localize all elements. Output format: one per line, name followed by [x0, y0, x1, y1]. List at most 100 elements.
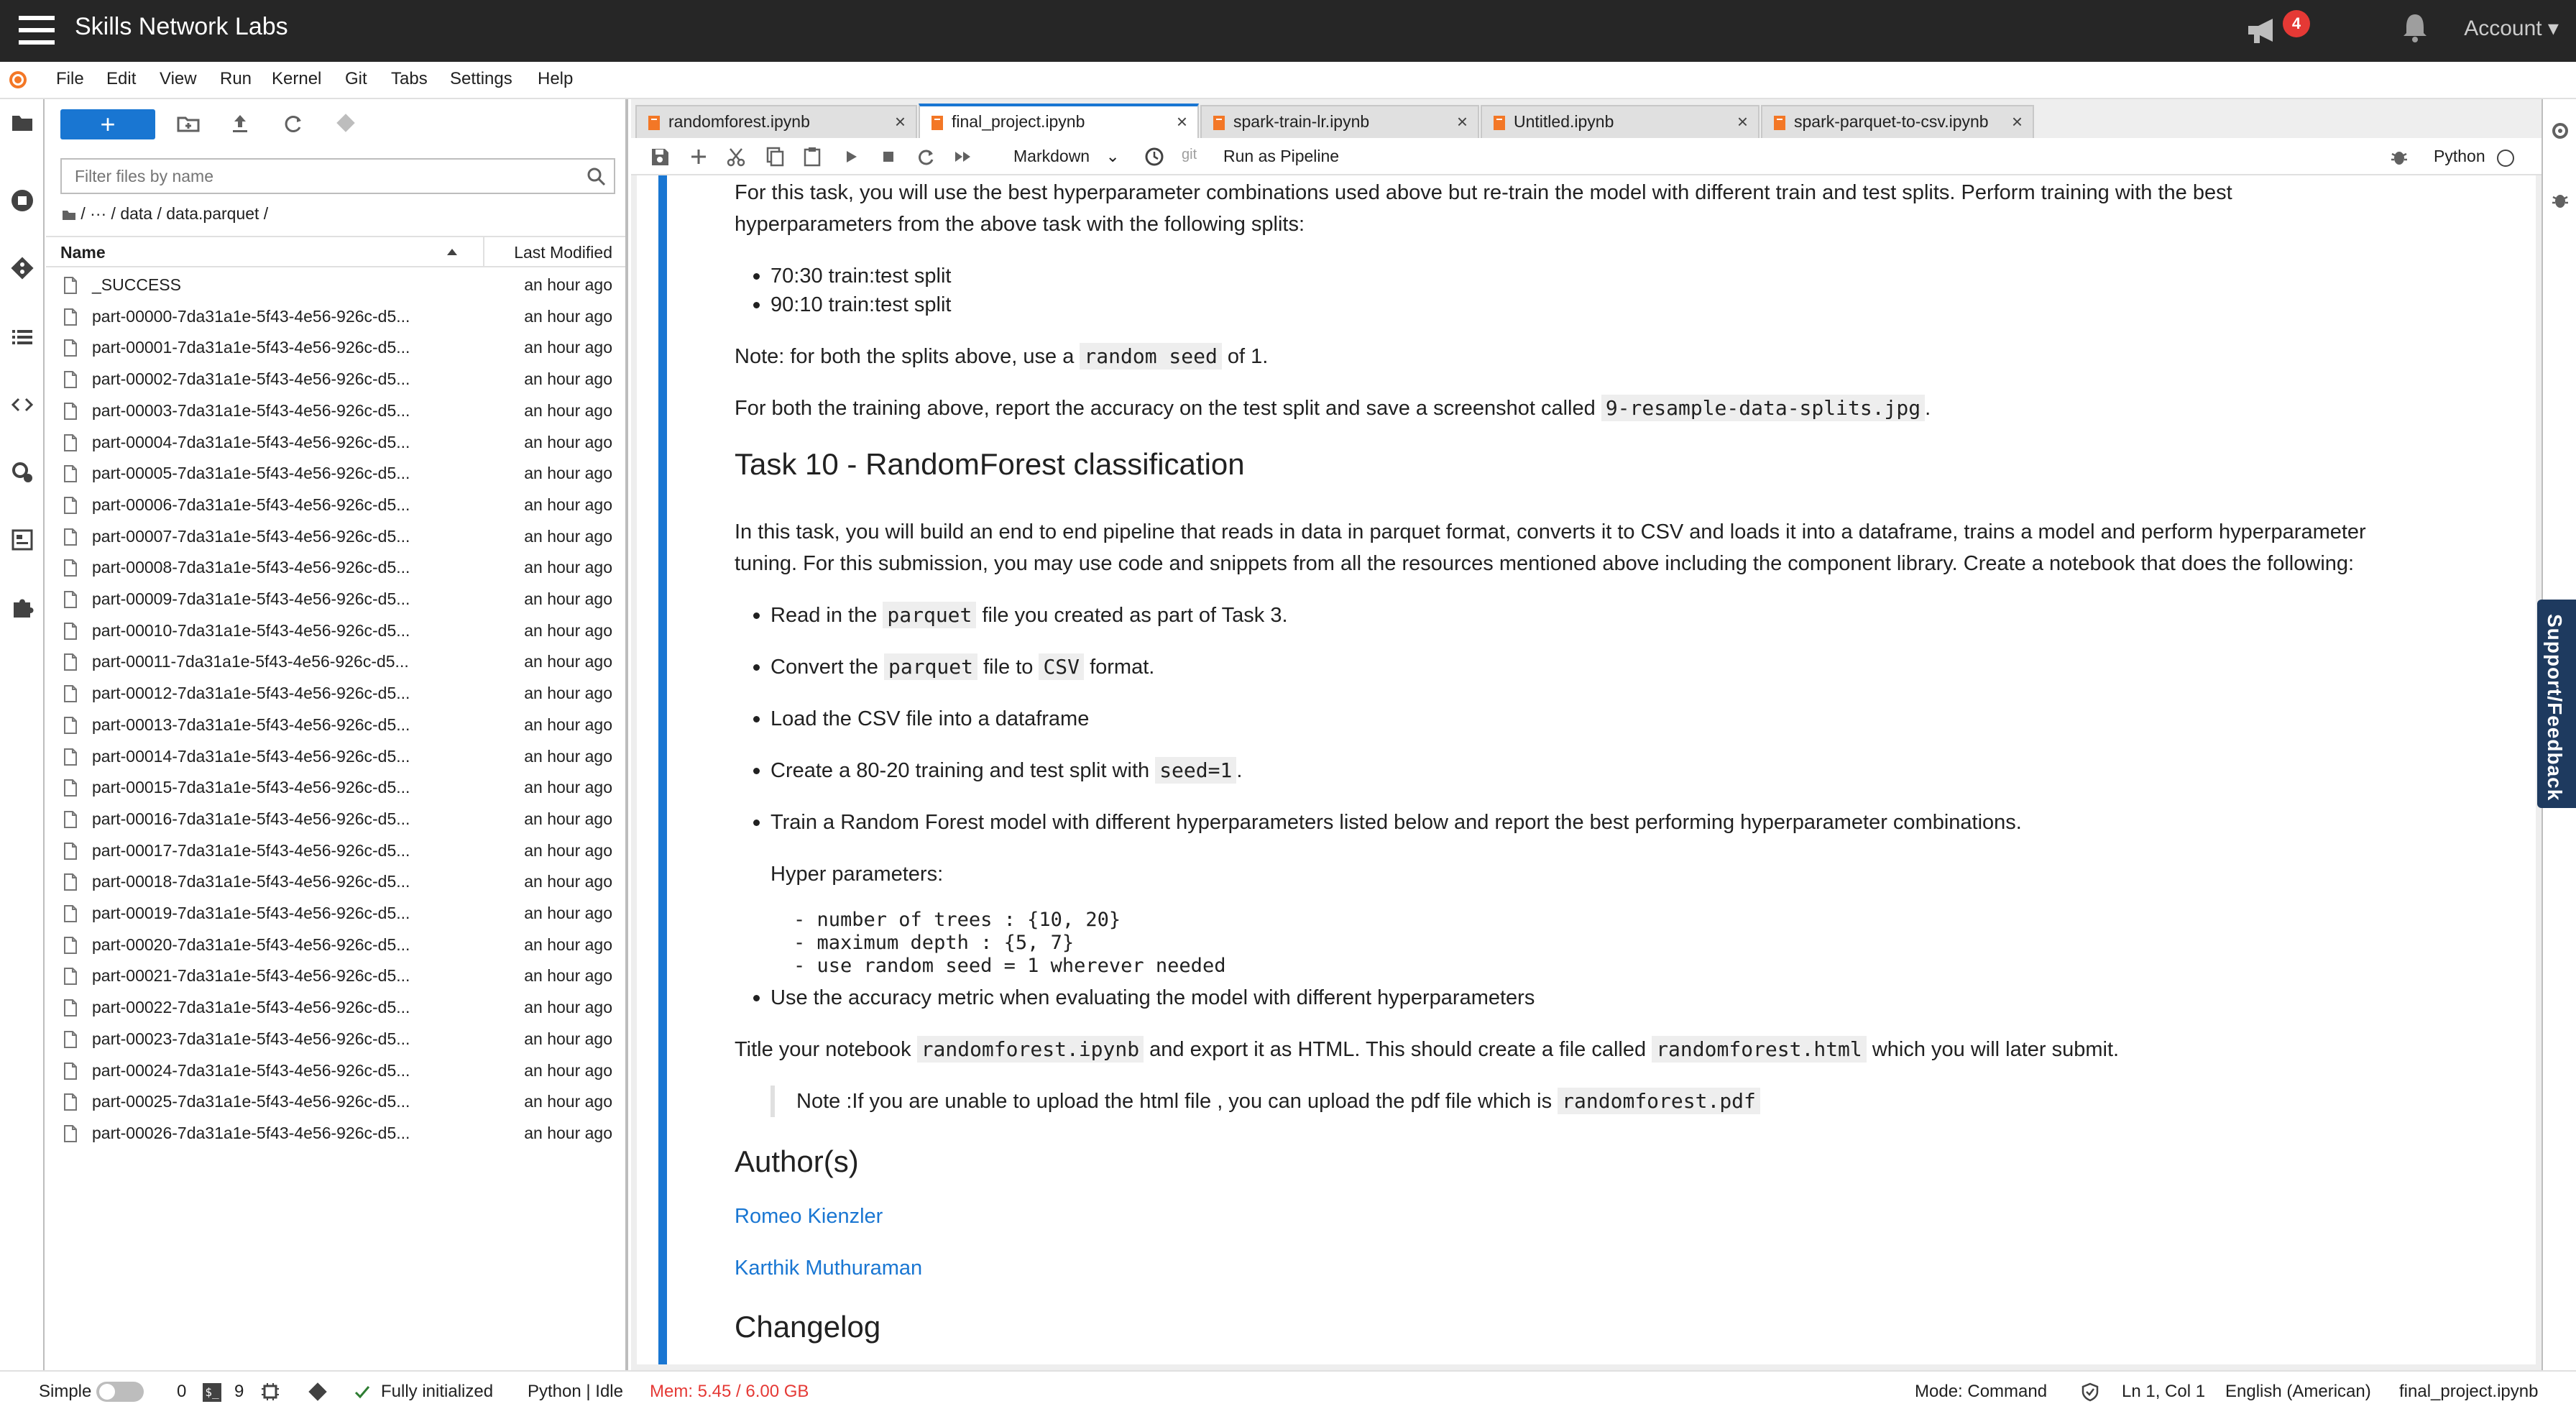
- lsp-status[interactable]: Fully initialized: [381, 1382, 493, 1402]
- stop-kernel-icon[interactable]: [877, 145, 900, 168]
- pipeline-components-icon[interactable]: [10, 528, 34, 552]
- refresh-icon[interactable]: [279, 109, 308, 138]
- file-row[interactable]: part-00001-7da31a1e-5f43-4e56-926c-d5...…: [46, 331, 625, 363]
- file-row[interactable]: part-00016-7da31a1e-5f43-4e56-926c-d5...…: [46, 803, 625, 835]
- hamburger-menu-icon[interactable]: [19, 14, 55, 46]
- file-row[interactable]: part-00024-7da31a1e-5f43-4e56-926c-d5...…: [46, 1055, 625, 1086]
- menu-kernel[interactable]: Kernel: [272, 69, 321, 89]
- tab-final-project-ipynb[interactable]: final_project.ipynb ×: [919, 104, 1199, 139]
- cut-icon[interactable]: [724, 145, 748, 168]
- menu-file[interactable]: File: [56, 69, 84, 89]
- file-row[interactable]: part-00025-7da31a1e-5f43-4e56-926c-d5...…: [46, 1086, 625, 1117]
- megaphone-icon[interactable]: [2245, 16, 2278, 45]
- close-tab-icon[interactable]: ×: [1457, 111, 1468, 133]
- file-row[interactable]: part-00008-7da31a1e-5f43-4e56-926c-d5...…: [46, 551, 625, 583]
- file-row[interactable]: part-00007-7da31a1e-5f43-4e56-926c-d5...…: [46, 520, 625, 552]
- file-row[interactable]: part-00019-7da31a1e-5f43-4e56-926c-d5...…: [46, 897, 625, 929]
- lsp-check-icon[interactable]: [354, 1383, 371, 1400]
- add-cell-icon[interactable]: [687, 145, 710, 168]
- close-tab-icon[interactable]: ×: [895, 111, 906, 133]
- tab-untitled-ipynb[interactable]: Untitled.ipynb ×: [1481, 105, 1760, 138]
- git-status-icon[interactable]: [308, 1382, 328, 1402]
- paste-icon[interactable]: [801, 145, 824, 168]
- menu-view[interactable]: View: [160, 69, 197, 89]
- file-row[interactable]: part-00006-7da31a1e-5f43-4e56-926c-d5...…: [46, 489, 625, 520]
- breadcrumb-folder-icon[interactable]: [62, 209, 76, 221]
- author-link[interactable]: Romeo Kienzler: [735, 1201, 883, 1232]
- command-mode-status[interactable]: Mode: Command: [1915, 1382, 2047, 1402]
- file-row[interactable]: part-00022-7da31a1e-5f43-4e56-926c-d5...…: [46, 991, 625, 1023]
- save-icon[interactable]: [648, 145, 671, 168]
- tab-spark-train-lr-ipynb[interactable]: spark-train-lr.ipynb ×: [1200, 105, 1479, 138]
- new-launcher-button[interactable]: +: [60, 109, 155, 139]
- filter-files-field[interactable]: [75, 167, 564, 186]
- kernel-status[interactable]: Python | Idle: [528, 1382, 623, 1402]
- active-cell-indicator[interactable]: [658, 175, 667, 1364]
- tab-randomforest-ipynb[interactable]: randomforest.ipynb ×: [635, 105, 917, 138]
- breadcrumb[interactable]: / ··· / data / data.parquet /: [62, 204, 268, 224]
- terminal-icon[interactable]: $_: [203, 1383, 221, 1402]
- file-row[interactable]: part-00012-7da31a1e-5f43-4e56-926c-d5...…: [46, 677, 625, 709]
- file-row[interactable]: part-00002-7da31a1e-5f43-4e56-926c-d5...…: [46, 363, 625, 395]
- file-row[interactable]: part-00004-7da31a1e-5f43-4e56-926c-d5...…: [46, 426, 625, 458]
- cell-type-dropdown[interactable]: Markdown ⌄: [1013, 147, 1120, 166]
- file-row[interactable]: part-00021-7da31a1e-5f43-4e56-926c-d5...…: [46, 960, 625, 991]
- bell-icon[interactable]: [2401, 12, 2429, 43]
- folder-icon[interactable]: [10, 111, 34, 135]
- git-clone-icon[interactable]: [332, 109, 361, 138]
- column-name-header[interactable]: Name: [60, 243, 106, 262]
- column-divider[interactable]: [483, 237, 484, 267]
- file-row[interactable]: part-00026-7da31a1e-5f43-4e56-926c-d5...…: [46, 1117, 625, 1149]
- simple-mode-toggle[interactable]: [96, 1382, 144, 1402]
- upload-icon[interactable]: [226, 109, 254, 138]
- file-row[interactable]: part-00018-7da31a1e-5f43-4e56-926c-d5...…: [46, 866, 625, 897]
- git-diff-button[interactable]: git: [1182, 147, 1197, 163]
- file-row[interactable]: part-00009-7da31a1e-5f43-4e56-926c-d5...…: [46, 583, 625, 615]
- close-tab-icon[interactable]: ×: [1177, 111, 1187, 133]
- file-row[interactable]: part-00017-7da31a1e-5f43-4e56-926c-d5...…: [46, 835, 625, 866]
- trust-icon[interactable]: [2080, 1382, 2100, 1402]
- running-kernels-icon[interactable]: [10, 188, 34, 213]
- file-row[interactable]: part-00020-7da31a1e-5f43-4e56-926c-d5...…: [46, 929, 625, 960]
- runtime-settings-icon[interactable]: [10, 460, 34, 485]
- new-folder-icon[interactable]: [174, 109, 203, 138]
- file-row[interactable]: part-00005-7da31a1e-5f43-4e56-926c-d5...…: [46, 457, 625, 489]
- menu-git[interactable]: Git: [345, 69, 367, 89]
- clock-icon[interactable]: [1143, 145, 1166, 168]
- kernel-icon[interactable]: [260, 1382, 280, 1402]
- file-row[interactable]: part-00023-7da31a1e-5f43-4e56-926c-d5...…: [46, 1023, 625, 1055]
- breadcrumb-path[interactable]: / ··· / data / data.parquet /: [80, 204, 268, 223]
- table-of-contents-icon[interactable]: [10, 325, 34, 349]
- file-row[interactable]: _SUCCESS an hour ago: [46, 269, 625, 300]
- menu-help[interactable]: Help: [538, 69, 573, 89]
- menu-edit[interactable]: Edit: [106, 69, 136, 89]
- close-tab-icon[interactable]: ×: [1737, 111, 1748, 133]
- column-last-modified-header[interactable]: Last Modified: [514, 243, 612, 262]
- run-as-pipeline-button[interactable]: Run as Pipeline: [1223, 147, 1339, 166]
- sort-ascending-icon[interactable]: [446, 246, 459, 259]
- spellcheck-language[interactable]: English (American): [2225, 1382, 2371, 1402]
- code-snippets-icon[interactable]: [10, 393, 34, 417]
- debugger-icon[interactable]: [2388, 145, 2411, 168]
- debugger-panel-icon[interactable]: [2549, 188, 2572, 211]
- support-feedback-button[interactable]: Support/Feedback: [2537, 600, 2576, 808]
- property-inspector-icon[interactable]: [2549, 119, 2572, 142]
- kernels-count[interactable]: 9: [234, 1382, 244, 1402]
- menu-settings[interactable]: Settings: [450, 69, 512, 89]
- file-row[interactable]: part-00000-7da31a1e-5f43-4e56-926c-d5...…: [46, 300, 625, 332]
- extension-manager-icon[interactable]: [10, 595, 34, 620]
- terminals-count[interactable]: 0: [177, 1382, 186, 1402]
- file-row[interactable]: part-00010-7da31a1e-5f43-4e56-926c-d5...…: [46, 615, 625, 646]
- author-link[interactable]: Karthik Muthuraman: [735, 1252, 922, 1284]
- kernel-name[interactable]: Python: [2434, 147, 2485, 166]
- tab-spark-parquet-to-csv-ipynb[interactable]: spark-parquet-to-csv.ipynb ×: [1761, 105, 2034, 138]
- account-menu[interactable]: Account ▾: [2464, 16, 2559, 41]
- restart-kernel-icon[interactable]: [914, 145, 937, 168]
- filter-files-input[interactable]: [60, 158, 615, 194]
- restart-run-all-icon[interactable]: [952, 145, 975, 168]
- file-row[interactable]: part-00013-7da31a1e-5f43-4e56-926c-d5...…: [46, 709, 625, 740]
- menu-run[interactable]: Run: [220, 69, 252, 89]
- close-tab-icon[interactable]: ×: [2012, 111, 2023, 133]
- file-row[interactable]: part-00014-7da31a1e-5f43-4e56-926c-d5...…: [46, 740, 625, 772]
- file-row[interactable]: part-00003-7da31a1e-5f43-4e56-926c-d5...…: [46, 395, 625, 426]
